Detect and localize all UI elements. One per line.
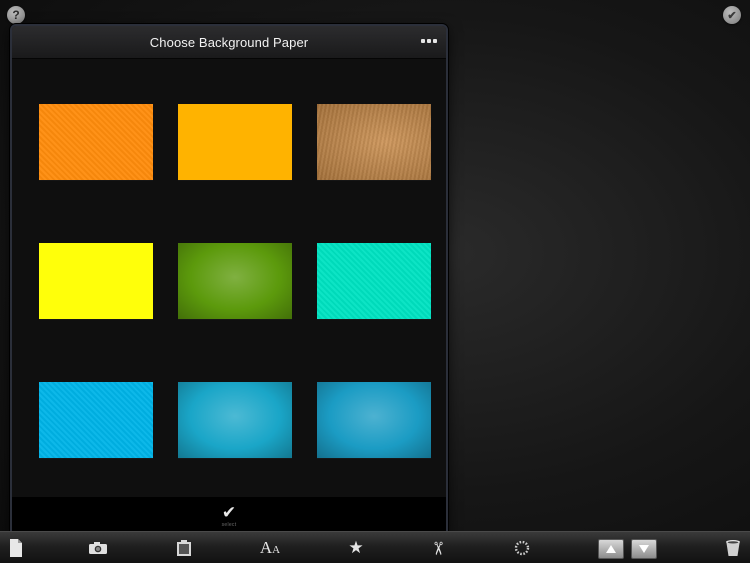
text-button[interactable]: AA — [256, 532, 284, 563]
paper-grid — [12, 58, 446, 494]
paper-swatch-sky-blue-paper[interactable] — [39, 382, 153, 458]
paper-swatch-green-paper[interactable] — [178, 243, 292, 319]
bottom-toolbar: AA ★ ✂ — [0, 531, 750, 563]
paper-swatch-teal-radial-paper[interactable] — [178, 382, 292, 458]
paper-swatch-orange-paper[interactable] — [39, 104, 153, 180]
text-icon: AA — [259, 538, 281, 557]
paper-swatch-blue-radial-paper[interactable] — [317, 382, 431, 458]
select-button[interactable]: ✔ select — [12, 497, 446, 535]
clipboard-button[interactable] — [172, 532, 196, 563]
scissors-button[interactable]: ✂ — [426, 532, 450, 563]
app-screen: ? ✔ Choose Background Paper ✔ select AA … — [0, 0, 750, 563]
done-button[interactable]: ✔ — [723, 6, 741, 24]
popover-title: Choose Background Paper — [149, 34, 309, 50]
paper-swatch-kraft-paper[interactable] — [317, 104, 431, 180]
help-button[interactable]: ? — [7, 6, 25, 24]
trash-icon — [726, 540, 740, 556]
scissors-icon: ✂ — [428, 540, 449, 556]
arrow-up-icon — [606, 545, 616, 553]
paper-button[interactable] — [4, 532, 28, 563]
more-icon[interactable] — [421, 39, 437, 43]
trash-button[interactable] — [721, 532, 745, 563]
question-icon: ? — [12, 8, 20, 22]
clipboard-icon — [177, 540, 191, 556]
star-icon: ★ — [348, 538, 364, 557]
arrow-down-icon — [639, 545, 649, 553]
move-down-button[interactable] — [631, 539, 657, 559]
move-up-button[interactable] — [598, 539, 624, 559]
spinner-icon — [514, 540, 530, 556]
check-icon: ✔ — [221, 502, 237, 522]
spinner-button[interactable] — [510, 532, 534, 563]
paper-swatch-amber-paper[interactable] — [178, 104, 292, 180]
background-paper-popover: Choose Background Paper ✔ select — [10, 24, 448, 537]
checkmark-icon: ✔ — [727, 9, 737, 22]
paper-icon — [10, 539, 22, 557]
select-label: select — [221, 521, 237, 528]
camera-icon — [89, 542, 107, 554]
popover-header: Choose Background Paper — [12, 26, 446, 59]
star-button[interactable]: ★ — [344, 532, 368, 563]
camera-button[interactable] — [86, 532, 110, 563]
paper-swatch-yellow-paper[interactable] — [39, 243, 153, 319]
paper-swatch-turquoise-paper[interactable] — [317, 243, 431, 319]
